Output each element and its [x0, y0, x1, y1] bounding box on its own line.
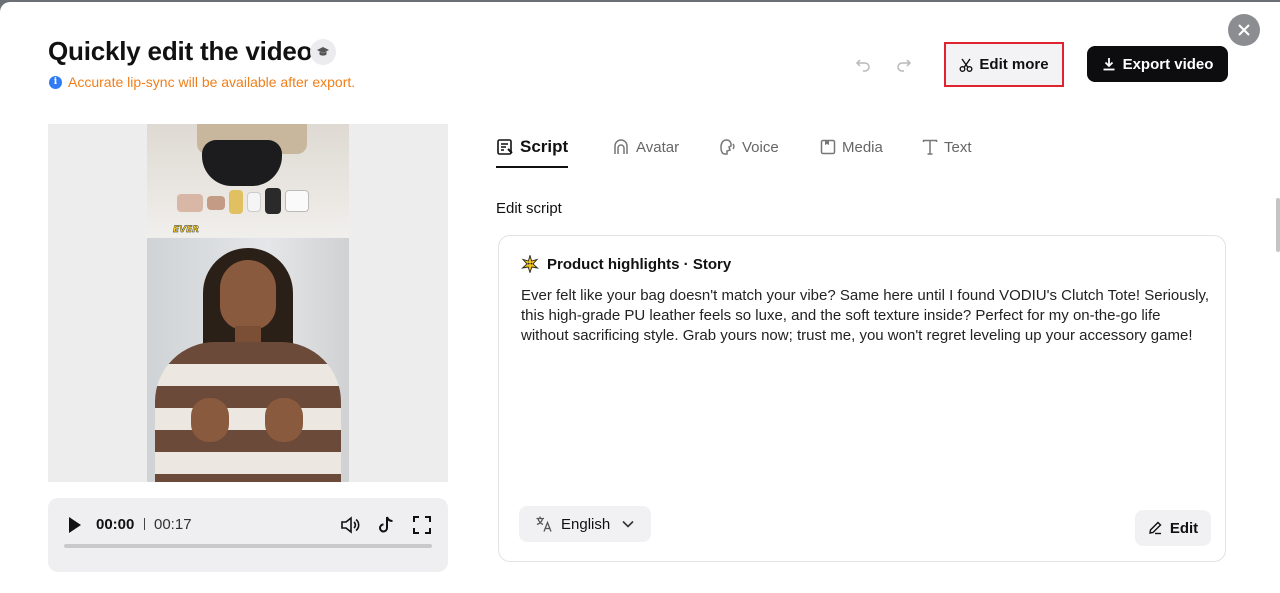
script-card: Product highlights · Story Ever felt lik… [498, 235, 1226, 562]
script-text[interactable]: Ever felt like your bag doesn't match yo… [521, 286, 1211, 346]
edit-more-button[interactable]: Edit more [944, 42, 1064, 87]
pencil-icon [1148, 521, 1162, 535]
tab-voice[interactable]: Voice [718, 128, 779, 166]
undo-icon[interactable] [854, 55, 872, 73]
video-caption: EVER [173, 225, 200, 235]
language-select[interactable]: English [519, 506, 651, 542]
tab-media-label: Media [842, 138, 883, 156]
duration: 00:17 [154, 516, 192, 533]
media-icon [820, 139, 836, 155]
tab-script-label: Script [520, 137, 569, 156]
player-controls: 00:00 00:17 [48, 498, 448, 572]
notice-text: Accurate lip-sync will be available afte… [68, 74, 356, 90]
tab-text-label: Text [944, 138, 972, 156]
lip-sync-notice: i Accurate lip-sync will be available af… [49, 74, 355, 90]
tab-avatar[interactable]: Avatar [612, 128, 679, 166]
text-icon [922, 139, 938, 155]
translate-icon [536, 516, 552, 532]
tab-script[interactable]: Script [496, 128, 569, 168]
video-top-scene: EVER [147, 124, 349, 237]
edit-script-button[interactable]: Edit [1135, 510, 1211, 546]
script-card-title: Product highlights · Story [547, 255, 732, 273]
scrollbar[interactable] [1276, 198, 1280, 252]
current-time: 00:00 [96, 516, 135, 533]
edit-script-label: Edit script [496, 200, 562, 217]
chevron-down-icon [622, 520, 634, 528]
progress-bar[interactable] [64, 544, 432, 548]
tab-text[interactable]: Text [922, 128, 972, 166]
volume-icon[interactable] [339, 514, 361, 536]
video-frame: EVER [147, 124, 349, 482]
quick-edit-modal: Quickly edit the video i Accurate lip-sy… [0, 2, 1280, 593]
page-title: Quickly edit the video [48, 36, 313, 66]
edit-button-label: Edit [1169, 519, 1199, 537]
script-icon [497, 139, 513, 155]
edit-more-label: Edit more [979, 56, 1049, 73]
info-icon: i [49, 75, 62, 89]
scissors-icon [959, 58, 973, 72]
close-button[interactable] [1228, 14, 1260, 46]
fullscreen-icon[interactable] [411, 514, 433, 536]
redo-icon[interactable] [895, 55, 913, 73]
time-separator [144, 518, 145, 530]
graduation-cap-icon[interactable] [310, 39, 336, 65]
tab-avatar-label: Avatar [636, 138, 680, 156]
tab-media[interactable]: Media [820, 128, 883, 166]
language-label: English [561, 515, 611, 533]
tab-voice-label: Voice [742, 138, 779, 156]
video-avatar-scene [147, 238, 349, 482]
voice-icon [720, 139, 735, 155]
play-icon[interactable] [67, 516, 83, 534]
close-icon [1238, 24, 1250, 36]
export-video-button[interactable]: Export video [1087, 46, 1228, 82]
sparkle-icon [521, 255, 539, 273]
script-card-header: Product highlights · Story [521, 255, 731, 273]
avatar-icon [614, 139, 628, 154]
video-preview[interactable]: EVER [48, 124, 448, 482]
download-icon [1103, 58, 1115, 71]
tiktok-icon[interactable] [375, 514, 397, 536]
export-label: Export video [1122, 55, 1214, 73]
